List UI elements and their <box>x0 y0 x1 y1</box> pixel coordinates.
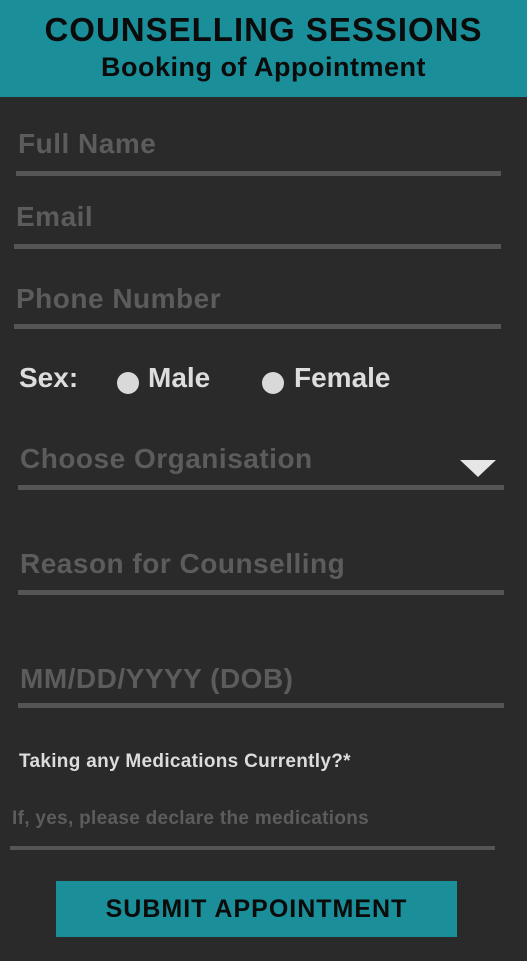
full-name-field[interactable]: Full Name <box>16 126 501 176</box>
caret-down-icon[interactable] <box>460 460 496 477</box>
medications-question: Taking any Medications Currently?* <box>19 751 351 772</box>
app-header: COUNSELLING SESSIONS Booking of Appointm… <box>0 0 527 97</box>
male-radio-icon[interactable] <box>117 372 139 394</box>
male-radio-label[interactable]: Male <box>148 362 210 394</box>
dob-placeholder: MM/DD/YYYY (DOB) <box>20 663 294 694</box>
organisation-placeholder: Choose Organisation <box>20 443 313 474</box>
phone-number-field[interactable]: Phone Number <box>14 281 501 329</box>
female-radio-label[interactable]: Female <box>294 362 391 394</box>
sex-label: Sex: <box>19 362 79 393</box>
submit-appointment-button[interactable]: SUBMIT APPOINTMENT <box>56 881 457 937</box>
page-subtitle: Booking of Appointment <box>101 52 426 82</box>
medications-placeholder: If, yes, please declare the medications <box>12 808 370 829</box>
email-field[interactable]: Email <box>14 199 501 249</box>
reason-field[interactable]: Reason for Counselling <box>18 545 504 595</box>
organisation-select[interactable]: Choose Organisation <box>18 440 504 490</box>
page-title: COUNSELLING SESSIONS <box>44 11 483 48</box>
full-name-placeholder: Full Name <box>18 128 157 159</box>
reason-placeholder: Reason for Counselling <box>20 548 346 579</box>
medications-field[interactable]: If, yes, please declare the medications <box>10 805 495 850</box>
female-radio-icon[interactable] <box>262 372 284 394</box>
phone-number-placeholder: Phone Number <box>16 283 222 314</box>
email-placeholder: Email <box>16 201 94 232</box>
dob-field[interactable]: MM/DD/YYYY (DOB) <box>18 660 504 708</box>
